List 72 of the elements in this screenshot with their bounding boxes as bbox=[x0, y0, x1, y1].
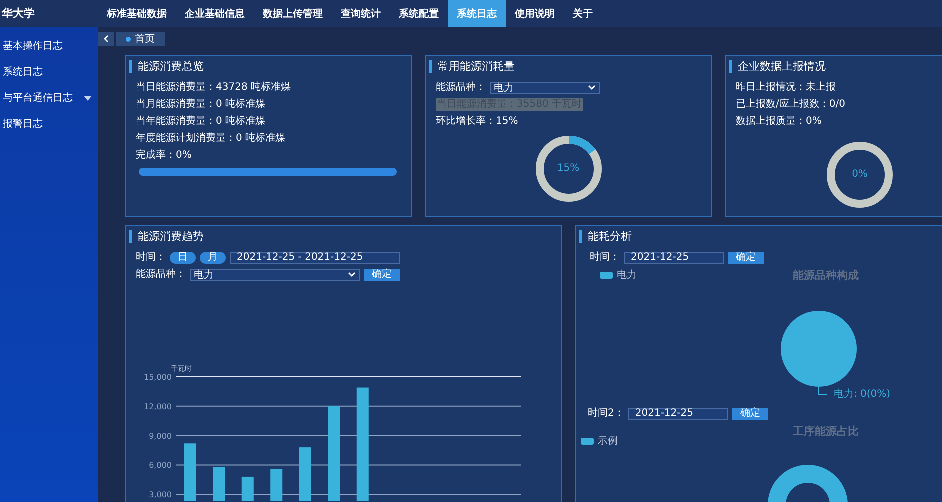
date-range-field[interactable]: 2021-12-25 - 2021-12-25 bbox=[230, 252, 400, 264]
confirm-button[interactable]: 确定 bbox=[732, 408, 768, 420]
gauge-value: 15% bbox=[556, 163, 581, 175]
chevron-down-icon bbox=[588, 85, 596, 90]
date-field[interactable]: 2021-12-25 bbox=[628, 408, 728, 420]
sidebar-item-label: 基本操作日志 bbox=[3, 40, 63, 53]
card-title: 常用能源消耗量 bbox=[429, 60, 701, 73]
sidebar-item-label: 系统日志 bbox=[3, 66, 43, 79]
card-title: 能源消费趋势 bbox=[129, 230, 551, 243]
nav-tab[interactable]: 数据上传管理 bbox=[254, 0, 332, 27]
bar bbox=[270, 469, 283, 501]
nav-tab[interactable]: 关于 bbox=[564, 0, 602, 27]
gauge-value: 0% bbox=[851, 169, 869, 181]
axis-tick-label: 15,000 bbox=[144, 373, 172, 382]
stat-line: 环比增长率：15% bbox=[436, 115, 520, 128]
card-title: 企业数据上报情况 bbox=[729, 60, 942, 73]
axis-tick-label: 12,000 bbox=[144, 402, 172, 412]
sidebar-item[interactable]: 报警日志 bbox=[0, 111, 98, 137]
sidebar-item[interactable]: 基本操作日志 bbox=[0, 33, 98, 59]
stat-line: 当年能源消费量：0 吨标准煤 bbox=[136, 115, 267, 128]
card-title: 能耗分析 bbox=[579, 230, 942, 243]
field-label: 时间： bbox=[136, 251, 166, 264]
sidebar-item[interactable]: 系统日志 bbox=[0, 59, 98, 85]
confirm-button[interactable]: 确定 bbox=[728, 252, 764, 264]
stat-line: 当月能源消费量：0 吨标准煤 bbox=[136, 98, 267, 111]
stat-line: 当日能源消费量：43728 吨标准煤 bbox=[136, 81, 292, 94]
stat-line: 年度能源计划消费量：0 吨标准煤 bbox=[136, 132, 287, 145]
page-tab[interactable]: 首页 bbox=[116, 32, 165, 46]
chevron-left-icon bbox=[104, 35, 108, 43]
nav-tab[interactable]: 标准基础数据 bbox=[98, 0, 176, 27]
period-button[interactable]: 日 bbox=[170, 252, 196, 264]
sidebar-item-label: 与平台通信日志 bbox=[3, 92, 73, 105]
axis-tick-label: 6,000 bbox=[149, 461, 172, 470]
donut-gauge bbox=[825, 140, 895, 210]
stat-line: 昨日上报情况：未上报 bbox=[736, 81, 837, 94]
chevron-down-icon bbox=[348, 272, 356, 277]
axis-tick-label: 3,000 bbox=[149, 490, 172, 500]
back-button[interactable] bbox=[98, 32, 114, 46]
period-button[interactable]: 月 bbox=[200, 252, 226, 264]
axis-tick-label: 9,000 bbox=[149, 432, 172, 441]
chart-title: 工序能源占比 bbox=[792, 424, 860, 439]
sidebar-item-label: 报警日志 bbox=[3, 118, 43, 131]
date-field[interactable]: 2021-12-25 bbox=[624, 252, 724, 264]
nav-tab[interactable]: 使用说明 bbox=[506, 0, 564, 27]
time-label: 时间2： bbox=[588, 407, 624, 420]
nav-tab[interactable]: 查询统计 bbox=[332, 0, 390, 27]
energy-type-select[interactable]: 电力 bbox=[190, 268, 360, 280]
bar bbox=[184, 444, 196, 501]
legend-swatch bbox=[600, 272, 613, 278]
bar bbox=[299, 448, 312, 501]
stat-line: 完成率：0% bbox=[136, 149, 193, 162]
confirm-button[interactable]: 确定 bbox=[364, 268, 400, 280]
page-tab-label: 首页 bbox=[135, 33, 155, 46]
chart-title: 能源品种构成 bbox=[792, 268, 860, 283]
nav-tab[interactable]: 企业基础信息 bbox=[176, 0, 254, 27]
legend-swatch bbox=[581, 438, 594, 444]
sidebar-item[interactable]: 与平台通信日志 bbox=[0, 85, 98, 111]
legend-label: 示例 bbox=[598, 435, 618, 448]
field-label: 能源品种： bbox=[136, 268, 186, 281]
energy-type-select[interactable]: 电力 bbox=[490, 82, 600, 94]
time-label: 时间： bbox=[590, 251, 620, 264]
active-dot-icon bbox=[126, 36, 131, 42]
stat-line: 数据上报质量：0% bbox=[736, 115, 823, 128]
card-title: 能源消费总览 bbox=[129, 60, 401, 73]
legend-label: 电力 bbox=[617, 268, 637, 282]
bar bbox=[242, 476, 254, 501]
field-label: 能源品种： bbox=[436, 81, 486, 94]
slice-label: 电力: 0(0%) bbox=[834, 388, 891, 401]
nav-tab[interactable]: 系统配置 bbox=[390, 0, 448, 27]
stat-line: 已上报数/应上报数：0/0 bbox=[736, 98, 846, 111]
logo-text: 华大学 bbox=[1, 6, 36, 22]
bar bbox=[213, 467, 226, 501]
